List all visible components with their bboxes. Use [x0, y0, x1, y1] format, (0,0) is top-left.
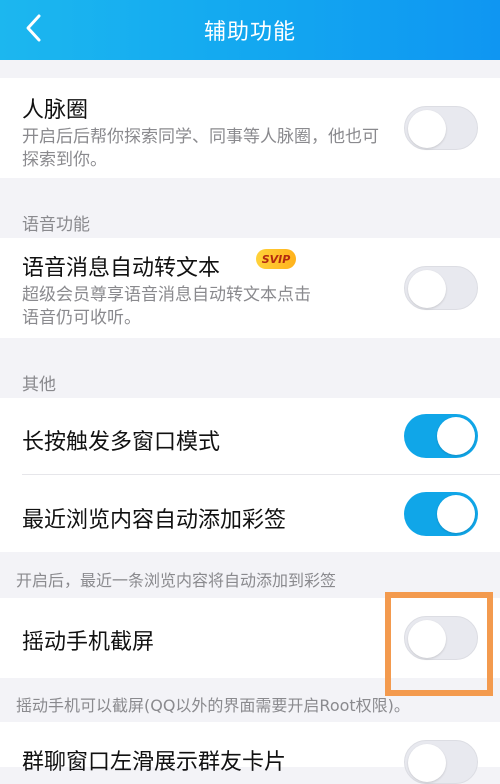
setting-row-voice-to-text: 语音消息自动转文本 超级会员尊享语音消息自动转文本点击语音仍可收听。 [0, 238, 500, 338]
back-button[interactable] [14, 8, 54, 48]
toggle-knob [408, 110, 446, 148]
voice-to-text-desc: 超级会员尊享语音消息自动转文本点击语音仍可收听。 [22, 285, 311, 328]
toggle-knob [437, 495, 475, 533]
setting-row-renmai: 人脉圈 开启后后帮你探索同学、同事等人脉圈，他也可探索到你。 [0, 78, 500, 178]
shake-screenshot-title: 摇动手机截屏 [22, 630, 155, 655]
multi-window-title: 长按触发多窗口模式 [22, 430, 221, 455]
svip-badge: SVIP [256, 249, 296, 269]
setting-row-group-card: 群聊窗口左滑展示群友卡片 [0, 722, 500, 784]
group-card-toggle[interactable] [404, 740, 478, 784]
auto-tag-toggle[interactable] [404, 492, 478, 536]
top-spacer [0, 60, 500, 78]
renmai-toggle[interactable] [404, 106, 478, 150]
nav-bar: 辅助功能 [0, 0, 500, 60]
chevron-left-icon [26, 14, 41, 42]
toggle-knob [408, 744, 446, 782]
row-divider [22, 474, 500, 475]
auto-tag-title: 最近浏览内容自动添加彩签 [22, 508, 287, 533]
setting-group-other: 长按触发多窗口模式 最近浏览内容自动添加彩签 [0, 398, 500, 552]
page-title: 辅助功能 [203, 20, 296, 45]
renmai-title: 人脉圈 [22, 98, 89, 123]
section-other-label: 其他 [22, 375, 56, 395]
toggle-knob [437, 417, 475, 455]
highlight-box [385, 592, 493, 696]
voice-to-text-toggle[interactable] [404, 266, 478, 310]
group-card-title: 群聊窗口左滑展示群友卡片 [22, 750, 287, 775]
toggle-knob [408, 270, 446, 308]
multi-window-toggle[interactable] [404, 414, 478, 458]
voice-to-text-title: 语音消息自动转文本 [22, 256, 221, 281]
shake-note: 摇动手机可以截屏(QQ以外的界面需要开启Root权限)。 [16, 696, 410, 715]
auto-tag-note: 开启后，最近一条浏览内容将自动添加到彩签 [16, 571, 337, 590]
renmai-desc: 开启后后帮你探索同学、同事等人脉圈，他也可探索到你。 [22, 127, 379, 170]
section-voice-label: 语音功能 [22, 215, 90, 235]
